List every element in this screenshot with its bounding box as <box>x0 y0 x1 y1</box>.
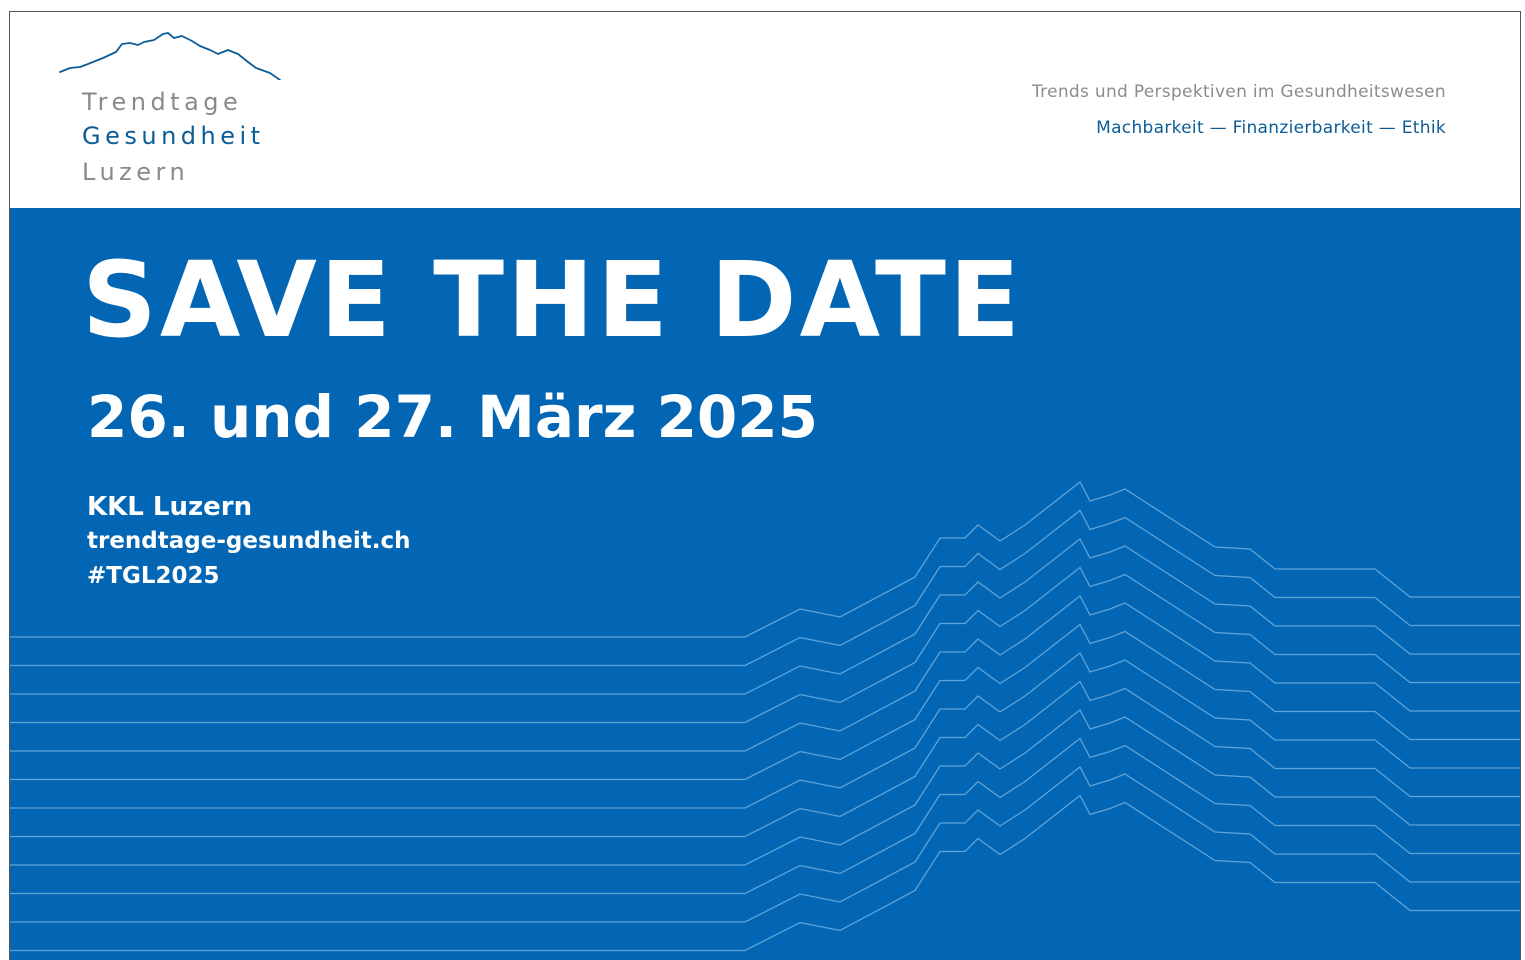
tagline: Trends und Perspektiven im Gesundheitswe… <box>1031 82 1446 102</box>
logo-text-gesundheit: Gesundheit <box>82 122 265 150</box>
wave-line <box>10 737 1520 895</box>
save-the-date-banner: SAVE THE DATE 26. und 27. März 2025 KKL … <box>10 208 1520 960</box>
logo-text-trendtage: Trendtage <box>82 88 243 116</box>
event-website: trendtage-gesundheit.ch <box>87 528 411 554</box>
wave-line <box>10 794 1520 952</box>
event-hashtag: #TGL2025 <box>87 563 220 589</box>
poster: Trendtage Gesundheit Luzern Trends und P… <box>9 11 1521 960</box>
wave-line <box>10 680 1520 838</box>
wave-line <box>10 766 1520 923</box>
event-dates: 26. und 27. März 2025 <box>87 383 819 451</box>
wave-line <box>10 652 1520 809</box>
wave-line <box>10 538 1520 695</box>
headline: SAVE THE DATE <box>82 239 1024 361</box>
wave-line <box>10 709 1520 866</box>
mountain-ridge-icon <box>58 30 283 84</box>
subtagline: Machbarkeit — Finanzierbarkeit — Ethik <box>1096 118 1446 138</box>
wave-line <box>10 623 1520 781</box>
logo-text-luzern: Luzern <box>82 158 190 186</box>
wave-line <box>10 595 1520 752</box>
wave-line <box>10 566 1520 724</box>
event-venue: KKL Luzern <box>87 492 253 522</box>
header: Trendtage Gesundheit Luzern Trends und P… <box>10 12 1520 208</box>
